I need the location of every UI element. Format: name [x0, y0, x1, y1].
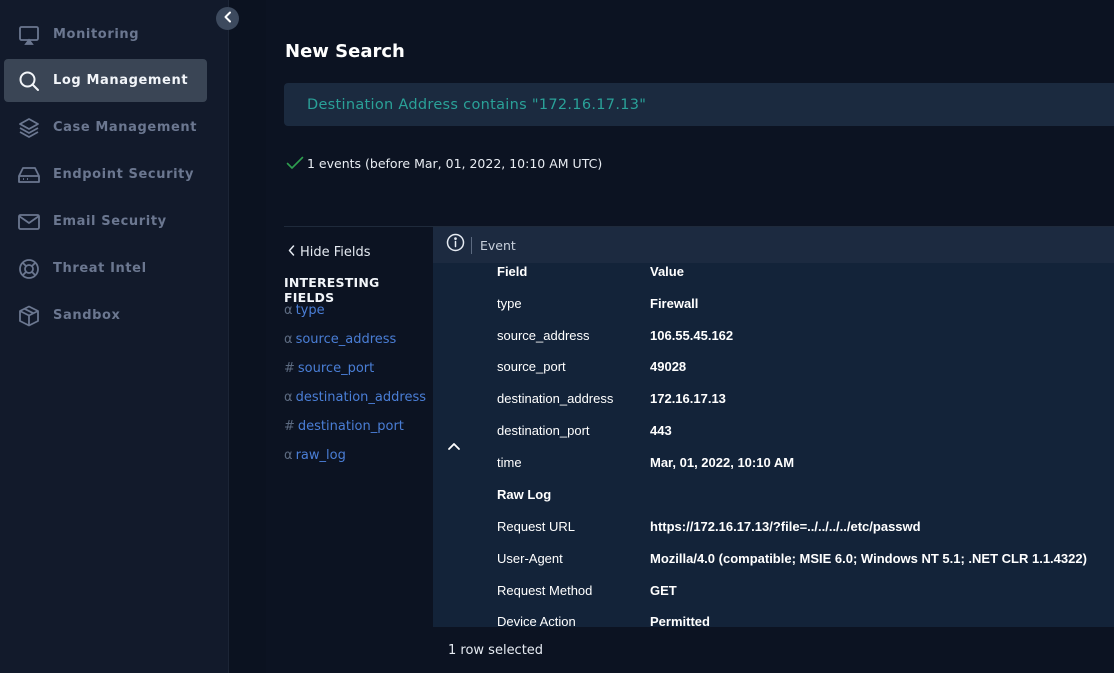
event-panel: Event Field Value type Firewall source_a… [433, 226, 1114, 673]
field-type-indicator: α [284, 390, 293, 405]
field-name: raw_log [295, 448, 346, 463]
sidebar-item-case-management[interactable]: Case Management [4, 106, 207, 149]
field-name: source_address [295, 332, 397, 347]
event-row[interactable]: destination_port 443 [497, 420, 672, 440]
event-row[interactable]: source_port 49028 [497, 356, 686, 376]
sidebar-item-log-management[interactable]: Log Management [4, 59, 207, 102]
sidebar-item-email-security[interactable]: Email Security [4, 200, 207, 243]
check-icon [286, 156, 304, 173]
chevron-up-icon[interactable] [447, 438, 461, 456]
field-type-indicator: α [284, 448, 293, 463]
event-row-value: 106.55.45.162 [650, 327, 734, 343]
event-row-key: destination_address [497, 390, 614, 406]
cube-icon [18, 305, 40, 327]
sidebar-item-label: Monitoring [53, 27, 140, 42]
event-row-value: Firewall [650, 295, 699, 311]
chevron-left-icon [288, 245, 295, 260]
event-row-key: Request URL [497, 518, 576, 534]
event-row-key: time [497, 454, 522, 470]
event-row-value: 172.16.17.13 [650, 390, 726, 406]
field-item-destination-port[interactable]: # destination_port [284, 419, 404, 434]
event-row-section: Raw Log [497, 484, 650, 504]
sidebar-item-label: Threat Intel [53, 261, 147, 276]
chevron-left-icon [223, 10, 233, 28]
mail-icon [18, 211, 40, 233]
event-row-value: https://172.16.17.13/?file=../../../../e… [650, 518, 921, 534]
sidebar-item-label: Email Security [53, 214, 167, 229]
search-query-box[interactable]: Destination Address contains "172.16.17.… [284, 83, 1114, 126]
fields-panel: Hide Fields INTERESTING FIELDS α type α … [284, 226, 433, 673]
event-row-key: User-Agent [497, 550, 563, 566]
sidebar-item-label: Case Management [53, 120, 198, 135]
sidebar-item-endpoint-security[interactable]: Endpoint Security [4, 153, 207, 196]
field-item-raw-log[interactable]: α raw_log [284, 448, 346, 463]
event-row-key: source_port [497, 358, 566, 374]
event-row-key: source_address [497, 327, 590, 343]
event-row-value: 49028 [650, 358, 687, 374]
sidebar-item-sandbox[interactable]: Sandbox [4, 294, 207, 337]
result-status-text: 1 events (before Mar, 01, 2022, 10:10 AM… [307, 156, 603, 171]
content-gutter [229, 0, 266, 673]
selection-status: 1 row selected [448, 643, 544, 658]
sidebar-item-monitoring[interactable]: Monitoring [4, 13, 207, 56]
event-row-key: Request Method [497, 582, 593, 598]
field-item-destination-address[interactable]: α destination_address [284, 390, 426, 405]
interesting-fields-title: INTERESTING FIELDS [284, 275, 380, 305]
event-row[interactable]: Request URL https://172.16.17.13/?file=.… [497, 516, 921, 536]
event-row-value: Mar, 01, 2022, 10:10 AM [650, 454, 795, 470]
event-row-key: destination_port [497, 422, 590, 438]
event-row[interactable]: User-Agent Mozilla/4.0 (compatible; MSIE… [497, 548, 1087, 568]
header-divider [471, 236, 472, 254]
page-title: New Search [285, 41, 405, 62]
lifebuoy-icon [18, 258, 40, 280]
sidebar-collapse-button[interactable] [216, 7, 239, 30]
search-query-text: Destination Address contains "172.16.17.… [307, 96, 647, 113]
hide-fields-label: Hide Fields [300, 245, 371, 260]
sidebar-item-label: Sandbox [53, 308, 121, 323]
event-row-value: 443 [650, 422, 672, 438]
field-item-source-address[interactable]: α source_address [284, 332, 396, 347]
column-header-value: Value [650, 263, 684, 279]
sidebar-item-label: Endpoint Security [53, 167, 195, 182]
column-header-field: Field [497, 263, 528, 279]
result-status: 1 events (before Mar, 01, 2022, 10:10 AM… [286, 154, 602, 173]
app-root: Monitoring Log Management Case Managemen… [0, 0, 1114, 673]
event-header: Event [433, 227, 1114, 263]
info-icon[interactable] [446, 233, 465, 257]
sidebar: Monitoring Log Management Case Managemen… [0, 0, 229, 673]
field-name: destination_port [297, 419, 404, 434]
event-row[interactable]: type Firewall [497, 293, 698, 313]
field-type-indicator: α [284, 303, 293, 318]
main-content: New Search Destination Address contains … [266, 0, 1114, 673]
field-name: type [295, 303, 325, 318]
hard-drive-icon [18, 164, 40, 186]
event-row[interactable]: source_address 106.55.45.162 [497, 325, 733, 345]
event-row[interactable]: destination_address 172.16.17.13 [497, 388, 726, 408]
event-row-key: Raw Log [497, 486, 552, 502]
selection-footer: 1 row selected [433, 627, 1114, 673]
event-row-value: GET [650, 582, 677, 598]
field-type-indicator: α [284, 332, 293, 347]
field-item-type[interactable]: α type [284, 303, 325, 318]
event-row-key: type [497, 295, 522, 311]
layers-icon [18, 117, 40, 139]
field-item-source-port[interactable]: # source_port [284, 361, 374, 376]
field-name: destination_address [295, 390, 426, 405]
field-name: source_port [297, 361, 375, 376]
event-row-value: Mozilla/4.0 (compatible; MSIE 6.0; Windo… [650, 550, 1087, 566]
field-type-indicator: # [284, 361, 295, 376]
event-row[interactable]: time Mar, 01, 2022, 10:10 AM [497, 452, 794, 472]
event-table-header: Field Value [497, 261, 684, 281]
event-header-label: Event [480, 237, 516, 253]
sidebar-item-label: Log Management [53, 73, 189, 88]
hide-fields-button[interactable]: Hide Fields [288, 245, 371, 260]
sidebar-item-threat-intel[interactable]: Threat Intel [4, 247, 207, 290]
field-type-indicator: # [284, 419, 295, 434]
event-row[interactable]: Request Method GET [497, 580, 677, 600]
search-icon [18, 70, 40, 92]
monitor-icon [18, 24, 40, 46]
